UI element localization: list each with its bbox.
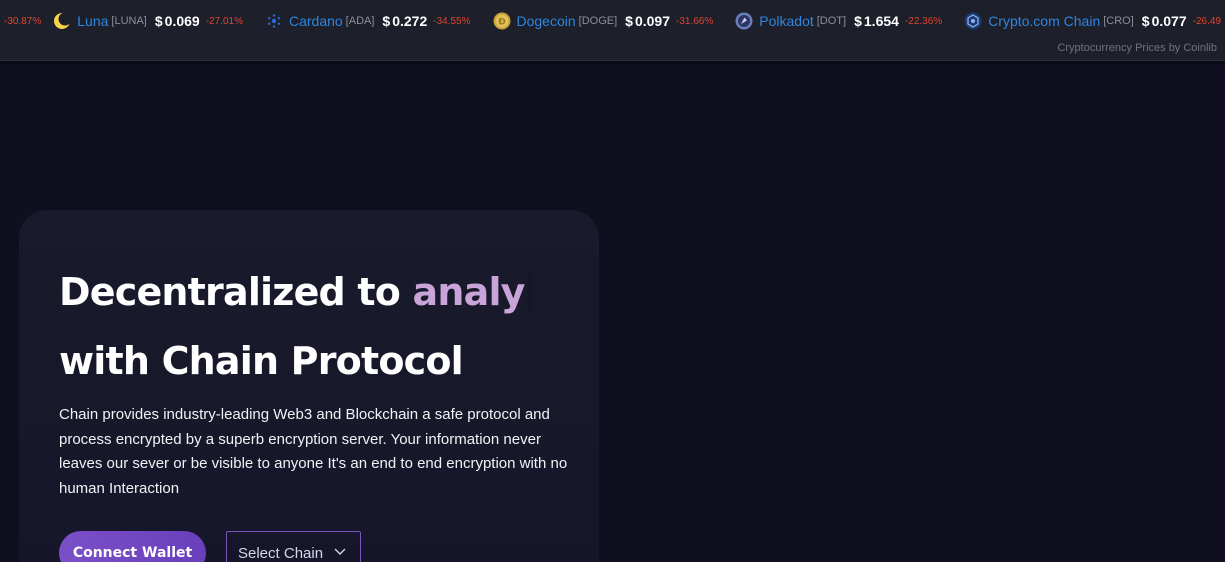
ticker-item-dogecoin[interactable]: Ð Dogecoin [DOGE] $0.097 -31.66%	[493, 12, 724, 30]
chevron-down-icon	[333, 544, 347, 562]
coin-price: $1.654	[854, 13, 899, 29]
svg-text:Ð: Ð	[498, 18, 506, 28]
hero-title-text: Decentralized to	[59, 270, 413, 314]
ticker-credit-link[interactable]: Cryptocurrency Prices by Coinlib	[1057, 42, 1217, 54]
coin-name[interactable]: Crypto.com Chain	[988, 13, 1100, 29]
price-change: -30.87%	[4, 15, 42, 27]
coin-symbol: [ADA]	[345, 15, 375, 27]
cardano-icon	[265, 12, 283, 30]
ticker-item-cardano[interactable]: Cardano [ADA] $0.272 -34.55%	[265, 12, 481, 30]
coin-name[interactable]: Polkadot	[759, 13, 813, 29]
crypto-price-ticker: -30.87% Luna [LUNA] $0.069 -27.01% Carda…	[0, 0, 1225, 61]
hero-description: Chain provides industry-leading Web3 and…	[59, 406, 568, 497]
price-change: -26.49	[1192, 15, 1221, 27]
connect-wallet-button[interactable]: Connect Wallet	[59, 531, 206, 562]
coin-price: $0.272	[382, 13, 428, 29]
ticker-strip: -30.87% Luna [LUNA] $0.069 -27.01% Carda…	[0, 0, 1225, 42]
luna-icon	[53, 12, 72, 30]
typing-caret	[526, 271, 534, 313]
price-change: -34.55%	[433, 15, 471, 27]
hero-title: Decentralized to analy with Chain Protoc…	[59, 258, 534, 396]
coin-name[interactable]: Cardano	[289, 13, 343, 29]
coin-name[interactable]: Dogecoin	[517, 13, 576, 29]
dogecoin-icon: Ð	[493, 12, 511, 30]
coin-symbol: [CRO]	[1103, 15, 1134, 27]
select-chain-dropdown[interactable]: Select Chain	[226, 531, 361, 562]
ticker-item-polkadot[interactable]: Polkadot [DOT] $1.654 -22.36%	[735, 12, 952, 30]
coin-price: $0.069	[154, 13, 200, 29]
price-change: -27.01%	[205, 15, 243, 27]
cro-icon	[964, 12, 982, 30]
ticker-item-crypto-com-chain[interactable]: Crypto.com Chain [CRO] $0.077 -26.49	[964, 12, 1225, 30]
price-change: -31.66%	[676, 15, 714, 27]
coin-price: $0.077	[1141, 13, 1187, 29]
polkadot-icon	[735, 12, 753, 30]
coin-symbol: [DOT]	[816, 15, 847, 27]
coin-symbol: [DOGE]	[578, 15, 618, 27]
coin-name[interactable]: Luna	[77, 13, 108, 29]
hero-title-line2: with Chain Protocol	[59, 339, 464, 383]
price-change: -22.36%	[904, 15, 943, 27]
ticker-item-luna[interactable]: Luna [LUNA] $0.069 -27.01%	[53, 12, 253, 30]
coin-price: $0.097	[625, 13, 671, 29]
coin-symbol: [LUNA]	[111, 15, 147, 27]
select-chain-label: Select Chain	[238, 544, 324, 562]
hero-title-typed-word: analy	[412, 270, 526, 314]
